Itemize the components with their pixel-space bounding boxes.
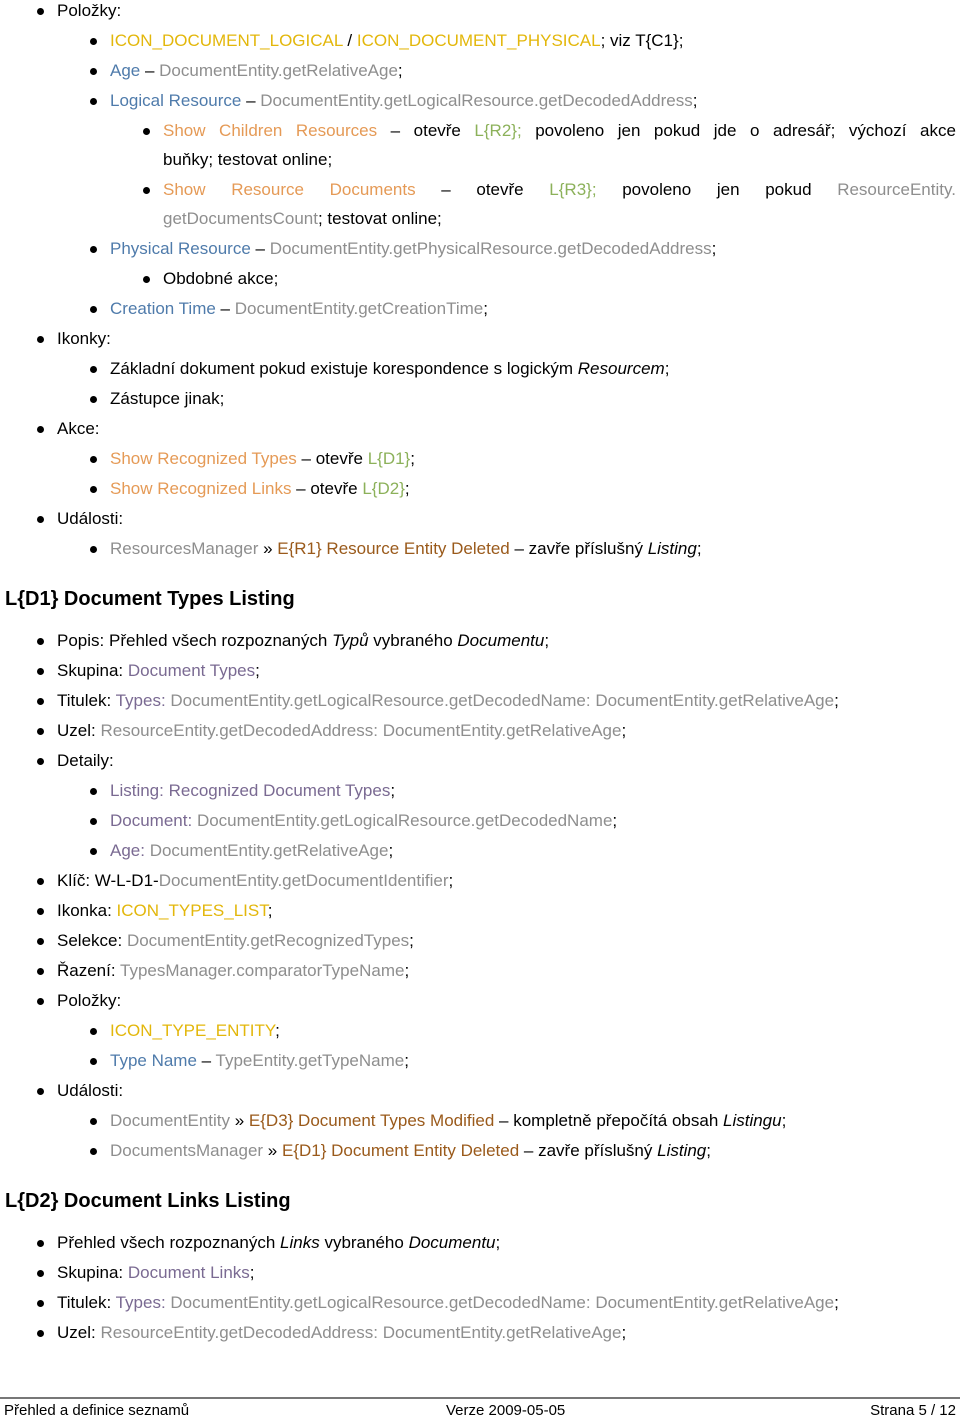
- section-heading-d2: L{D2} Document Links Listing: [5, 1190, 291, 1212]
- bullet: [37, 638, 44, 645]
- bullet: [37, 698, 44, 705]
- list-item-obdobne: Obdobné akce;: [163, 269, 279, 288]
- d2-popis: Přehled všech rozpoznaných Links vybrané…: [57, 1233, 501, 1252]
- bullet: [37, 1300, 44, 1307]
- d1-detaily-age: Age: DocumentEntity.getRelativeAge;: [110, 841, 394, 860]
- akce-show-recognized-links: Show Recognized Links – otevře L{D2};: [110, 479, 410, 498]
- bullet: [37, 728, 44, 735]
- d1-titulek: Titulek: Types: DocumentEntity.getLogica…: [57, 691, 839, 710]
- akce-show-recognized-types: Show Recognized Types – otevře L{D1};: [110, 449, 415, 468]
- bullet: [37, 938, 44, 945]
- udalosti-item: ResourcesManager » E{R1} Resource Entity…: [110, 539, 702, 558]
- ikonky-item-shortcut: Zástupce jinak;: [110, 389, 225, 408]
- bullet: [37, 908, 44, 915]
- d1-detaily-label: Detaily:: [57, 751, 114, 770]
- list-item-show-resource-documents: Show Resource Documents – otevře L{R3}; …: [163, 180, 956, 199]
- list-item-logical-resource: Logical Resource – DocumentEntity.getLog…: [110, 91, 698, 110]
- bullet: [90, 366, 97, 373]
- bullet: [90, 396, 97, 403]
- polozky-label: Položky:: [57, 1, 122, 20]
- bullet: [90, 486, 97, 493]
- list-item-icons: ICON_DOCUMENT_LOGICAL / ICON_DOCUMENT_PH…: [110, 31, 684, 50]
- d1-razeni: Řazení: TypesManager.comparatorTypeName;: [57, 961, 410, 980]
- section-heading-d1: L{D1} Document Types Listing: [5, 588, 295, 610]
- d1-polozky-type-name: Type Name – TypeEntity.getTypeName;: [110, 1051, 409, 1070]
- bullet: [90, 1148, 97, 1155]
- bullet: [90, 306, 97, 313]
- bullet: [143, 276, 150, 283]
- list-item-show-children-cont: buňky; testovat online;: [163, 150, 333, 169]
- d1-popis: Popis: Přehled všech rozpoznaných Typů v…: [57, 631, 550, 650]
- d2-skupina: Skupina: Document Links;: [57, 1263, 255, 1282]
- bullet: [37, 998, 44, 1005]
- bullet: [90, 456, 97, 463]
- d2-titulek: Titulek: Types: DocumentEntity.getLogica…: [57, 1293, 839, 1312]
- d1-selekce: Selekce: DocumentEntity.getRecognizedTyp…: [57, 931, 414, 950]
- bullet: [37, 968, 44, 975]
- bullet: [37, 8, 44, 15]
- ikonky-item-basic: Základní dokument pokud existuje korespo…: [110, 359, 670, 378]
- ikonky-label: Ikonky:: [57, 329, 111, 348]
- bullet: [37, 878, 44, 885]
- list-item-creation-time: Creation Time – DocumentEntity.getCreati…: [110, 299, 488, 318]
- bullet: [37, 1270, 44, 1277]
- footer-title: Přehled a definice seznamů: [4, 1402, 190, 1419]
- d1-detaily-document: Document: DocumentEntity.getLogicalResou…: [110, 811, 618, 830]
- bullet: [90, 546, 97, 553]
- bullet: [90, 1118, 97, 1125]
- bullet: [90, 1028, 97, 1035]
- d1-detaily-listing: Listing: Recognized Document Types;: [110, 781, 396, 800]
- list-item-physical-resource: Physical Resource – DocumentEntity.getPh…: [110, 239, 717, 258]
- bullet: [90, 788, 97, 795]
- d1-ikonka: Ikonka: ICON_TYPES_LIST;: [57, 901, 273, 920]
- bullet: [37, 1088, 44, 1095]
- bullet: [37, 426, 44, 433]
- d1-polozky-label: Položky:: [57, 991, 122, 1010]
- bullet: [37, 1240, 44, 1247]
- bullet: [37, 336, 44, 343]
- footer-page-number: Strana 5 / 12: [870, 1402, 956, 1419]
- bullet: [90, 818, 97, 825]
- bullet: [90, 68, 97, 75]
- d1-klic: Klíč: W-L-D1-DocumentEntity.getDocumentI…: [57, 871, 454, 890]
- list-item-show-children: Show Children Resources – otevře L{R2}; …: [163, 121, 956, 140]
- bullet: [90, 98, 97, 105]
- d2-uzel: Uzel: ResourceEntity.getDecodedAddress: …: [57, 1323, 627, 1342]
- d1-udalosti-item: DocumentEntity » E{D3} Document Types Mo…: [110, 1111, 787, 1130]
- bullet: [37, 758, 44, 765]
- bullet: [90, 848, 97, 855]
- bullet: [90, 38, 97, 45]
- bullet: [37, 516, 44, 523]
- bullet: [90, 1058, 97, 1065]
- d1-polozky-icon: ICON_TYPE_ENTITY;: [110, 1021, 280, 1040]
- d1-udalosti-item: DocumentsManager » E{D1} Document Entity…: [110, 1141, 711, 1160]
- footer-divider: [0, 1397, 960, 1399]
- bullet: [143, 128, 150, 135]
- list-item-age: Age – DocumentEntity.getRelativeAge;: [110, 61, 403, 80]
- udalosti-label: Události:: [57, 509, 124, 528]
- bullet: [143, 187, 150, 194]
- bullet: [37, 1330, 44, 1337]
- footer-version: Verze 2009-05-05: [446, 1402, 566, 1419]
- d1-skupina: Skupina: Document Types;: [57, 661, 260, 680]
- bullet: [37, 668, 44, 675]
- list-item-show-resource-documents-cont: getDocumentsCount; testovat online;: [163, 209, 442, 228]
- akce-label: Akce:: [57, 419, 100, 438]
- bullet: [90, 246, 97, 253]
- d1-uzel: Uzel: ResourceEntity.getDecodedAddress: …: [57, 721, 627, 740]
- d1-udalosti-label: Události:: [57, 1081, 124, 1100]
